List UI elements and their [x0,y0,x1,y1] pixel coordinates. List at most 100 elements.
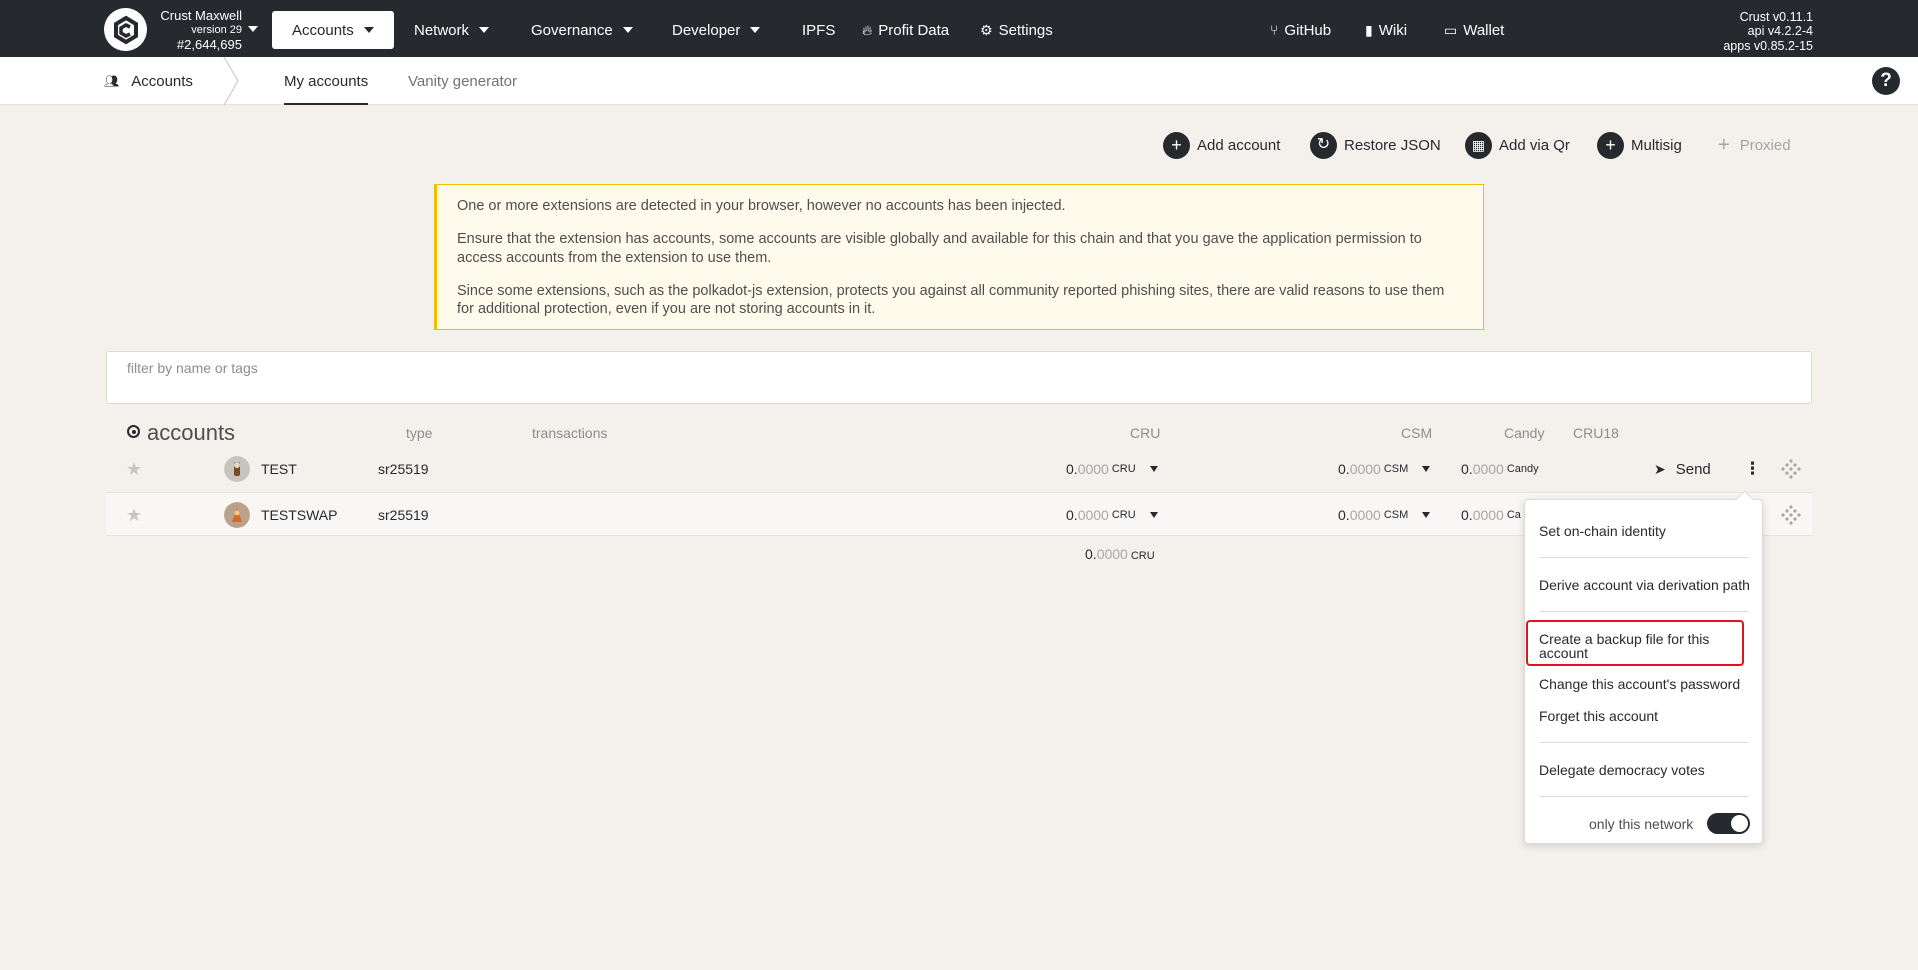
tab-my-accounts[interactable]: My accounts [264,57,388,105]
version-apps: apps v0.85.2-15 [1723,38,1813,53]
menu-divider [1539,557,1749,558]
restore-json-label: Restore JSON [1344,136,1441,154]
send-label: Send [1675,460,1711,478]
cru-balance[interactable]: 0. 0000 CRU [1066,493,1158,537]
filter-input[interactable] [107,352,1811,384]
chain-chevron-down-icon[interactable] [248,26,258,32]
chain-selector[interactable]: Crust Maxwell version 29 #2,644,695 [150,8,242,52]
avatar[interactable] [224,447,250,491]
balance-int: 0. [1461,461,1473,477]
menu-ipfs[interactable]: IPFS [802,11,835,49]
plus-icon: + [1597,131,1624,159]
send-button[interactable]: ➤ Send [1654,447,1711,491]
cru-balance[interactable]: 0. 0000 CRU [1066,447,1158,491]
chevron-down-icon [479,27,490,33]
restore-json-button[interactable]: ↻ Restore JSON [1310,131,1441,159]
chevron-down-icon[interactable] [1422,466,1431,472]
avatar[interactable] [224,493,250,537]
table-row: ★ TEST sr25519 0. 0000 CRU 0. 0000 CSM 0. 000… [106,447,1812,491]
menu-profit-data[interactable]: 🔥︎ Profit Data [862,11,949,49]
link-github[interactable]: ⑂ GitHub [1270,11,1331,49]
balance-dec: 0000 [1077,507,1109,523]
balance-int: 0. [1461,507,1473,523]
gears-icon: ⚙ [980,21,993,38]
top-bar: Crust Maxwell version 29 #2,644,695 Acco… [0,0,1918,57]
menu-developer[interactable]: Developer [672,11,761,49]
help-icon[interactable]: ? [1872,67,1900,95]
menu-item-derive-account[interactable]: Derive account via derivation path [1539,578,1751,592]
add-via-qr-label: Add via Qr [1499,136,1570,154]
balance-int: 0. [1338,461,1350,477]
menu-accounts[interactable]: Accounts [272,11,394,49]
chevron-down-icon [363,27,374,33]
table-header: accounts type transactions CRU CSM Candy… [0,420,1918,448]
version-api: api v4.2.2-4 [1747,24,1813,39]
tab-my-accounts-label: My accounts [284,72,369,90]
candy-balance: 0. 0000 Candy [1461,447,1539,491]
version-info: Crust v0.11.1 api v4.2.2-4 apps v0.85.2-… [1723,10,1813,53]
menu-accounts-label: Accounts [292,21,354,39]
breadcrumb-separator-icon [223,57,239,105]
menu-item-set-identity[interactable]: Set on-chain identity [1539,524,1751,538]
sync-icon: ↻ [1310,131,1337,159]
candy-balance: 0. 0000 Ca [1461,493,1521,537]
link-wallet-label: Wallet [1463,21,1505,39]
proxied-button[interactable]: + Proxied [1718,131,1791,159]
book-icon: ▮ [1365,21,1373,38]
more-options-icon[interactable]: ⋮ [1744,447,1761,491]
menu-item-change-password[interactable]: Change this account's password [1539,677,1751,691]
plus-icon: + [1163,131,1190,159]
multisig-label: Multisig [1631,136,1682,154]
tab-vanity-generator[interactable]: Vanity generator [388,57,537,105]
account-type: sr25519 [378,507,429,523]
menu-settings[interactable]: ⚙ Settings [980,11,1053,49]
chevron-down-icon[interactable] [1422,512,1431,518]
menu-governance[interactable]: Governance [531,11,633,49]
drag-handle-icon[interactable] [1780,447,1802,491]
balance-int: 0. [1066,461,1078,477]
add-via-qr-button[interactable]: ▦ Add via Qr [1465,131,1570,159]
favorite-star-icon[interactable]: ★ [126,447,142,491]
menu-item-delegate-votes[interactable]: Delegate democracy votes [1539,763,1751,777]
users-icon: 👥︎ [104,74,120,88]
link-github-label: GitHub [1284,21,1332,39]
account-name[interactable]: TEST [261,447,297,491]
menu-item-forget-account[interactable]: Forget this account [1539,709,1751,723]
favorite-star-icon[interactable]: ★ [126,493,142,537]
version-crust: Crust v0.11.1 [1739,10,1813,24]
add-account-button[interactable]: + Add account [1163,131,1280,159]
balance-int: 0. [1066,507,1078,523]
diamond-dots-icon [1781,459,1801,479]
link-wallet[interactable]: ▭ Wallet [1444,11,1504,49]
diamond-dots-icon [1781,505,1801,525]
menu-governance-label: Governance [531,21,613,39]
only-this-network-toggle[interactable] [1707,813,1750,834]
highlight-box [1526,620,1744,666]
identicon-icon [224,502,250,528]
chevron-down-icon[interactable] [1149,512,1158,518]
account-actions-menu: Set on-chain identity Derive account via… [1524,499,1763,844]
menu-divider [1539,796,1749,797]
warning-line: Ensure that the extension has accounts, … [457,230,1422,266]
csm-balance[interactable]: 0. 0000 CSM [1338,447,1431,491]
extension-warning: One or more extensions are detected in y… [434,184,1484,330]
balance-dec: 0000 [1472,507,1504,523]
drag-handle-icon[interactable] [1780,493,1802,537]
balance-dec: 0000 [1349,461,1381,477]
balance-unit: CSM [1383,509,1409,521]
balance-unit: CRU [1111,509,1136,521]
menu-divider [1539,742,1749,743]
menu-divider [1539,611,1749,612]
csm-balance[interactable]: 0. 0000 CSM [1338,493,1431,537]
crust-logo-icon[interactable] [104,8,147,51]
column-cru: CRU [1130,425,1161,441]
link-wiki-label: Wiki [1378,21,1408,39]
paper-plane-icon: ➤ [1654,460,1666,477]
total-int: 0. [1085,546,1097,562]
menu-network[interactable]: Network [414,11,490,49]
chevron-down-icon[interactable] [1149,466,1158,472]
account-name[interactable]: TESTSWAP [261,493,338,537]
chevron-down-icon [750,27,761,33]
multisig-button[interactable]: + Multisig [1597,131,1682,159]
link-wiki[interactable]: ▮ Wiki [1365,11,1407,49]
